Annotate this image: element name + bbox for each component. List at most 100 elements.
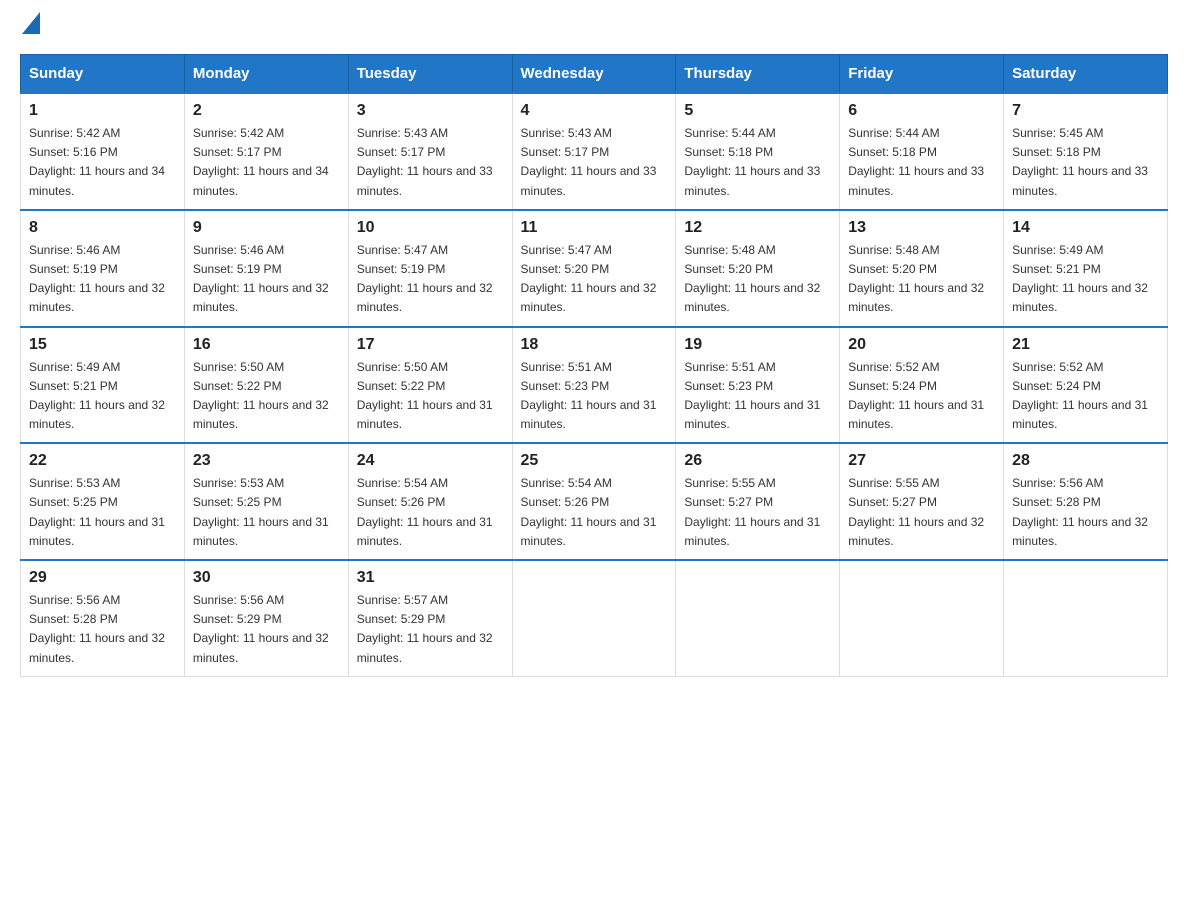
- day-info: Sunrise: 5:42 AM Sunset: 5:16 PM Dayligh…: [29, 124, 176, 201]
- calendar-cell: 26 Sunrise: 5:55 AM Sunset: 5:27 PM Dayl…: [676, 443, 840, 560]
- logo: [20, 20, 40, 34]
- day-info: Sunrise: 5:45 AM Sunset: 5:18 PM Dayligh…: [1012, 124, 1159, 201]
- day-info: Sunrise: 5:52 AM Sunset: 5:24 PM Dayligh…: [1012, 358, 1159, 435]
- calendar-cell: 4 Sunrise: 5:43 AM Sunset: 5:17 PM Dayli…: [512, 93, 676, 210]
- calendar-cell: 31 Sunrise: 5:57 AM Sunset: 5:29 PM Dayl…: [348, 560, 512, 676]
- day-info: Sunrise: 5:56 AM Sunset: 5:29 PM Dayligh…: [193, 591, 340, 668]
- calendar-cell: 20 Sunrise: 5:52 AM Sunset: 5:24 PM Dayl…: [840, 327, 1004, 444]
- header: [20, 20, 1168, 34]
- day-info: Sunrise: 5:53 AM Sunset: 5:25 PM Dayligh…: [193, 474, 340, 551]
- day-number: 4: [521, 102, 668, 120]
- day-number: 14: [1012, 219, 1159, 237]
- calendar-cell: 12 Sunrise: 5:48 AM Sunset: 5:20 PM Dayl…: [676, 210, 840, 327]
- day-info: Sunrise: 5:43 AM Sunset: 5:17 PM Dayligh…: [521, 124, 668, 201]
- calendar-cell: 24 Sunrise: 5:54 AM Sunset: 5:26 PM Dayl…: [348, 443, 512, 560]
- day-number: 24: [357, 452, 504, 470]
- calendar-cell: [840, 560, 1004, 676]
- day-info: Sunrise: 5:43 AM Sunset: 5:17 PM Dayligh…: [357, 124, 504, 201]
- calendar-cell: 11 Sunrise: 5:47 AM Sunset: 5:20 PM Dayl…: [512, 210, 676, 327]
- day-info: Sunrise: 5:48 AM Sunset: 5:20 PM Dayligh…: [848, 241, 995, 318]
- day-number: 12: [684, 219, 831, 237]
- calendar-cell: 9 Sunrise: 5:46 AM Sunset: 5:19 PM Dayli…: [184, 210, 348, 327]
- day-number: 8: [29, 219, 176, 237]
- calendar-cell: 23 Sunrise: 5:53 AM Sunset: 5:25 PM Dayl…: [184, 443, 348, 560]
- day-info: Sunrise: 5:49 AM Sunset: 5:21 PM Dayligh…: [1012, 241, 1159, 318]
- calendar-table: SundayMondayTuesdayWednesdayThursdayFrid…: [20, 54, 1168, 677]
- day-info: Sunrise: 5:47 AM Sunset: 5:20 PM Dayligh…: [521, 241, 668, 318]
- calendar-week-row: 22 Sunrise: 5:53 AM Sunset: 5:25 PM Dayl…: [21, 443, 1168, 560]
- day-number: 2: [193, 102, 340, 120]
- column-header-tuesday: Tuesday: [348, 55, 512, 94]
- day-number: 26: [684, 452, 831, 470]
- calendar-cell: 28 Sunrise: 5:56 AM Sunset: 5:28 PM Dayl…: [1004, 443, 1168, 560]
- column-header-saturday: Saturday: [1004, 55, 1168, 94]
- day-info: Sunrise: 5:56 AM Sunset: 5:28 PM Dayligh…: [1012, 474, 1159, 551]
- day-info: Sunrise: 5:44 AM Sunset: 5:18 PM Dayligh…: [684, 124, 831, 201]
- calendar-cell: 25 Sunrise: 5:54 AM Sunset: 5:26 PM Dayl…: [512, 443, 676, 560]
- day-info: Sunrise: 5:54 AM Sunset: 5:26 PM Dayligh…: [521, 474, 668, 551]
- column-header-sunday: Sunday: [21, 55, 185, 94]
- column-header-wednesday: Wednesday: [512, 55, 676, 94]
- day-number: 1: [29, 102, 176, 120]
- calendar-cell: 18 Sunrise: 5:51 AM Sunset: 5:23 PM Dayl…: [512, 327, 676, 444]
- day-number: 16: [193, 336, 340, 354]
- day-number: 10: [357, 219, 504, 237]
- column-header-friday: Friday: [840, 55, 1004, 94]
- day-info: Sunrise: 5:54 AM Sunset: 5:26 PM Dayligh…: [357, 474, 504, 551]
- calendar-cell: 1 Sunrise: 5:42 AM Sunset: 5:16 PM Dayli…: [21, 93, 185, 210]
- day-number: 15: [29, 336, 176, 354]
- day-number: 30: [193, 569, 340, 587]
- column-header-thursday: Thursday: [676, 55, 840, 94]
- calendar-cell: 2 Sunrise: 5:42 AM Sunset: 5:17 PM Dayli…: [184, 93, 348, 210]
- day-number: 25: [521, 452, 668, 470]
- calendar-week-row: 29 Sunrise: 5:56 AM Sunset: 5:28 PM Dayl…: [21, 560, 1168, 676]
- calendar-cell: [512, 560, 676, 676]
- column-header-monday: Monday: [184, 55, 348, 94]
- calendar-cell: 7 Sunrise: 5:45 AM Sunset: 5:18 PM Dayli…: [1004, 93, 1168, 210]
- calendar-cell: 6 Sunrise: 5:44 AM Sunset: 5:18 PM Dayli…: [840, 93, 1004, 210]
- day-number: 5: [684, 102, 831, 120]
- day-number: 9: [193, 219, 340, 237]
- day-number: 17: [357, 336, 504, 354]
- day-info: Sunrise: 5:46 AM Sunset: 5:19 PM Dayligh…: [29, 241, 176, 318]
- day-number: 28: [1012, 452, 1159, 470]
- calendar-cell: 3 Sunrise: 5:43 AM Sunset: 5:17 PM Dayli…: [348, 93, 512, 210]
- logo-triangle-icon: [22, 12, 40, 34]
- day-info: Sunrise: 5:53 AM Sunset: 5:25 PM Dayligh…: [29, 474, 176, 551]
- calendar-week-row: 1 Sunrise: 5:42 AM Sunset: 5:16 PM Dayli…: [21, 93, 1168, 210]
- day-info: Sunrise: 5:57 AM Sunset: 5:29 PM Dayligh…: [357, 591, 504, 668]
- day-info: Sunrise: 5:48 AM Sunset: 5:20 PM Dayligh…: [684, 241, 831, 318]
- day-info: Sunrise: 5:47 AM Sunset: 5:19 PM Dayligh…: [357, 241, 504, 318]
- day-number: 31: [357, 569, 504, 587]
- calendar-cell: 30 Sunrise: 5:56 AM Sunset: 5:29 PM Dayl…: [184, 560, 348, 676]
- day-info: Sunrise: 5:50 AM Sunset: 5:22 PM Dayligh…: [193, 358, 340, 435]
- day-number: 23: [193, 452, 340, 470]
- calendar-week-row: 15 Sunrise: 5:49 AM Sunset: 5:21 PM Dayl…: [21, 327, 1168, 444]
- day-info: Sunrise: 5:52 AM Sunset: 5:24 PM Dayligh…: [848, 358, 995, 435]
- calendar-cell: 16 Sunrise: 5:50 AM Sunset: 5:22 PM Dayl…: [184, 327, 348, 444]
- day-number: 18: [521, 336, 668, 354]
- calendar-cell: 15 Sunrise: 5:49 AM Sunset: 5:21 PM Dayl…: [21, 327, 185, 444]
- calendar-cell: 5 Sunrise: 5:44 AM Sunset: 5:18 PM Dayli…: [676, 93, 840, 210]
- day-number: 11: [521, 219, 668, 237]
- day-number: 20: [848, 336, 995, 354]
- calendar-cell: 21 Sunrise: 5:52 AM Sunset: 5:24 PM Dayl…: [1004, 327, 1168, 444]
- calendar-cell: 29 Sunrise: 5:56 AM Sunset: 5:28 PM Dayl…: [21, 560, 185, 676]
- calendar-cell: 17 Sunrise: 5:50 AM Sunset: 5:22 PM Dayl…: [348, 327, 512, 444]
- day-number: 21: [1012, 336, 1159, 354]
- day-info: Sunrise: 5:51 AM Sunset: 5:23 PM Dayligh…: [521, 358, 668, 435]
- day-number: 22: [29, 452, 176, 470]
- calendar-week-row: 8 Sunrise: 5:46 AM Sunset: 5:19 PM Dayli…: [21, 210, 1168, 327]
- day-info: Sunrise: 5:49 AM Sunset: 5:21 PM Dayligh…: [29, 358, 176, 435]
- day-info: Sunrise: 5:55 AM Sunset: 5:27 PM Dayligh…: [684, 474, 831, 551]
- day-info: Sunrise: 5:44 AM Sunset: 5:18 PM Dayligh…: [848, 124, 995, 201]
- calendar-cell: 13 Sunrise: 5:48 AM Sunset: 5:20 PM Dayl…: [840, 210, 1004, 327]
- calendar-cell: 27 Sunrise: 5:55 AM Sunset: 5:27 PM Dayl…: [840, 443, 1004, 560]
- day-info: Sunrise: 5:46 AM Sunset: 5:19 PM Dayligh…: [193, 241, 340, 318]
- calendar-body: 1 Sunrise: 5:42 AM Sunset: 5:16 PM Dayli…: [21, 93, 1168, 676]
- day-info: Sunrise: 5:50 AM Sunset: 5:22 PM Dayligh…: [357, 358, 504, 435]
- day-info: Sunrise: 5:42 AM Sunset: 5:17 PM Dayligh…: [193, 124, 340, 201]
- calendar-cell: [1004, 560, 1168, 676]
- day-number: 7: [1012, 102, 1159, 120]
- day-number: 6: [848, 102, 995, 120]
